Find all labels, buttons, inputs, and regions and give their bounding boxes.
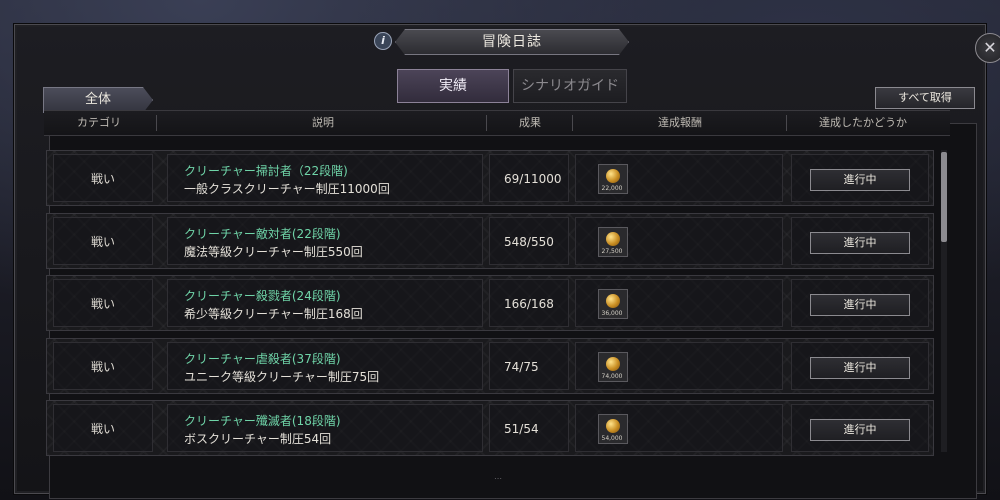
progress-cell: 548/550 — [489, 217, 569, 265]
reward-slot[interactable]: 74,000 — [598, 352, 628, 382]
progress-cell: 51/54 — [489, 404, 569, 452]
reward-amount: 36,000 — [601, 310, 623, 317]
column-header-description: 説明 — [312, 116, 334, 129]
category-label: 戦い — [90, 422, 115, 436]
gold-coin-icon — [606, 357, 620, 371]
tab-achievements[interactable]: 実績 — [397, 69, 509, 103]
quest-name: クリーチャー虐殺者(37段階) — [184, 352, 341, 366]
reward-cell: 36,000 — [575, 279, 783, 327]
column-divider — [486, 115, 487, 131]
status-button[interactable]: 進行中 — [810, 232, 910, 254]
reward-cell: 54,000 — [575, 404, 783, 452]
window-title: 冒険日誌 — [395, 29, 629, 55]
status-button[interactable]: 進行中 — [810, 357, 910, 379]
table-row: 戦い クリーチャー殺戮者(24段階) 希少等級クリーチャー制圧168回 166/… — [46, 275, 934, 331]
scrollbar-thumb[interactable] — [941, 152, 947, 242]
quest-name: クリーチャー掃討者（22段階) — [184, 164, 348, 178]
reward-amount: 54,000 — [601, 435, 623, 442]
progress-cell: 69/11000 — [489, 154, 569, 202]
category-label: 戦い — [90, 360, 115, 374]
reward-amount: 74,000 — [601, 373, 623, 380]
claim-all-button[interactable]: すべて取得 — [875, 87, 975, 109]
status-button[interactable]: 進行中 — [810, 169, 910, 191]
reward-cell: 27,500 — [575, 217, 783, 265]
description-cell: クリーチャー殲滅者(18段階) ボスクリーチャー制圧54回 — [167, 404, 483, 452]
progress-value: 166/168 — [504, 297, 554, 311]
category-cell: 戦い — [53, 404, 153, 452]
category-cell: 戦い — [53, 279, 153, 327]
quest-description: ユニーク等級クリーチャー制圧75回 — [184, 370, 380, 384]
column-header-reward: 達成報酬 — [658, 116, 702, 129]
reward-amount: 22,000 — [601, 185, 623, 192]
reward-slot[interactable]: 22,000 — [598, 164, 628, 194]
status-button[interactable]: 進行中 — [810, 294, 910, 316]
gold-coin-icon — [606, 169, 620, 183]
category-cell: 戦い — [53, 217, 153, 265]
quest-description: 希少等級クリーチャー制圧168回 — [184, 307, 363, 321]
progress-cell: 166/168 — [489, 279, 569, 327]
progress-cell: 74/75 — [489, 342, 569, 390]
reward-cell: 74,000 — [575, 342, 783, 390]
reward-cell: 22,000 — [575, 154, 783, 202]
quest-name: クリーチャー殲滅者(18段階) — [184, 414, 341, 428]
description-cell: クリーチャー敵対者(22段階) 魔法等級クリーチャー制圧550回 — [167, 217, 483, 265]
quest-description: 一般クラスクリーチャー制圧11000回 — [184, 182, 390, 196]
category-label: 戦い — [90, 297, 115, 311]
column-divider — [156, 115, 157, 131]
close-icon: ✕ — [983, 38, 997, 57]
progress-value: 51/54 — [504, 422, 539, 436]
reward-slot[interactable]: 36,000 — [598, 289, 628, 319]
tab-scenario-guide[interactable]: シナリオガイド — [513, 69, 627, 103]
column-header-progress: 成果 — [519, 116, 541, 129]
column-divider — [786, 115, 787, 131]
table-row: 戦い クリーチャー敵対者(22段階) 魔法等級クリーチャー制圧550回 548/… — [46, 213, 934, 269]
gold-coin-icon — [606, 419, 620, 433]
category-label: 戦い — [90, 235, 115, 249]
progress-value: 548/550 — [504, 235, 554, 249]
category-label: 戦い — [90, 172, 115, 186]
status-cell: 進行中 — [791, 154, 929, 202]
column-header-status: 達成したかどうか — [819, 116, 907, 129]
progress-value: 74/75 — [504, 360, 539, 374]
description-cell: クリーチャー掃討者（22段階) 一般クラスクリーチャー制圧11000回 — [167, 154, 483, 202]
reward-slot[interactable]: 27,500 — [598, 227, 628, 257]
resize-handle-icon: ⋯ — [494, 474, 502, 483]
gold-coin-icon — [606, 294, 620, 308]
status-cell: 進行中 — [791, 279, 929, 327]
table-row: 戦い クリーチャー虐殺者(37段階) ユニーク等級クリーチャー制圧75回 74/… — [46, 338, 934, 394]
column-divider — [572, 115, 573, 131]
description-cell: クリーチャー虐殺者(37段階) ユニーク等級クリーチャー制圧75回 — [167, 342, 483, 390]
reward-amount: 27,500 — [601, 248, 623, 255]
gold-coin-icon — [606, 232, 620, 246]
quest-description: ボスクリーチャー制圧54回 — [184, 432, 332, 446]
status-button[interactable]: 進行中 — [810, 419, 910, 441]
reward-slot[interactable]: 54,000 — [598, 414, 628, 444]
status-cell: 進行中 — [791, 404, 929, 452]
quest-name: クリーチャー殺戮者(24段階) — [184, 289, 341, 303]
column-header-category: カテゴリ — [77, 116, 121, 129]
table-row: 戦い クリーチャー殲滅者(18段階) ボスクリーチャー制圧54回 51/54 5… — [46, 400, 934, 456]
status-cell: 進行中 — [791, 342, 929, 390]
info-icon[interactable]: i — [374, 32, 392, 50]
table-header: カテゴリ 説明 成果 達成報酬 達成したかどうか — [44, 110, 950, 136]
quest-name: クリーチャー敵対者(22段階) — [184, 227, 341, 241]
description-cell: クリーチャー殺戮者(24段階) 希少等級クリーチャー制圧168回 — [167, 279, 483, 327]
progress-value: 69/11000 — [504, 172, 562, 186]
category-cell: 戦い — [53, 342, 153, 390]
category-cell: 戦い — [53, 154, 153, 202]
status-cell: 進行中 — [791, 217, 929, 265]
quest-description: 魔法等級クリーチャー制圧550回 — [184, 245, 363, 259]
table-row: 戦い クリーチャー掃討者（22段階) 一般クラスクリーチャー制圧11000回 6… — [46, 150, 934, 206]
close-button[interactable]: ✕ — [975, 33, 1000, 63]
